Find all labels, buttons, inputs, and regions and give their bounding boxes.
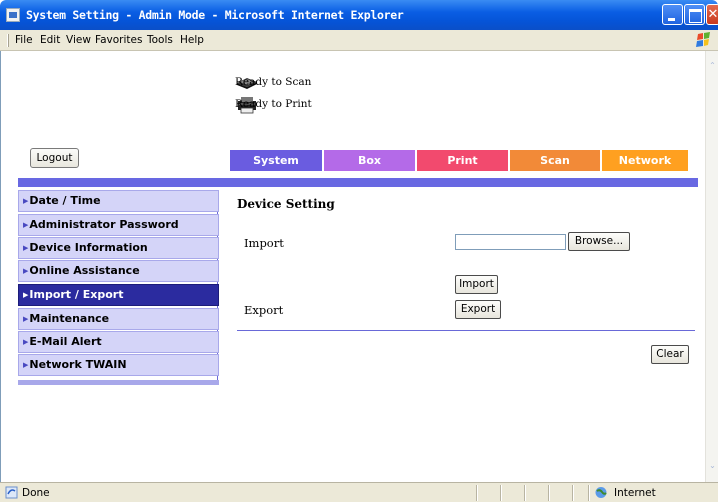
scroll-down-icon[interactable]: ⌄ [708,461,717,470]
sidebar-item-date-time[interactable]: ▶Date / Time [18,190,219,212]
status-divider [572,485,573,501]
triangle-right-icon: ▶ [23,291,29,299]
windows-logo-icon [696,32,710,47]
sidebar-item-label: Network TWAIN [29,358,127,371]
ie-page-icon [5,486,18,499]
status-divider [548,485,549,501]
browse-button[interactable]: Browse... [568,232,630,251]
minimize-button[interactable] [662,4,683,25]
scan-status: Ready to Scan [235,76,312,88]
tab-scan[interactable]: Scan [510,150,602,171]
menu-view[interactable]: View [66,34,91,46]
status-text: Done [22,487,50,499]
section-divider [237,330,695,331]
triangle-right-icon: ▶ [23,267,29,275]
security-zone: Internet [614,487,656,499]
tab-system[interactable]: System [230,150,324,171]
sidebar-item-network-twain[interactable]: ▶Network TWAIN [18,354,219,376]
status-divider [500,485,501,501]
triangle-right-icon: ▶ [23,361,29,369]
logout-button[interactable]: Logout [30,148,79,168]
sidebar-item-label: Date / Time [29,194,101,207]
export-label: Export [244,303,284,317]
sidebar-item-e-mail-alert[interactable]: ▶E-Mail Alert [18,331,219,353]
triangle-right-icon: ▶ [23,197,29,205]
sidebar-item-import-export[interactable]: ▶Import / Export [18,284,219,306]
sidebar-item-label: Device Information [29,241,148,254]
close-button[interactable]: ✕ [706,4,718,25]
header-divider-bar [18,178,698,187]
sidebar-item-label: E-Mail Alert [29,335,102,348]
sidebar-item-label: Online Assistance [29,264,140,277]
scroll-up-icon[interactable]: ⌃ [708,61,717,70]
triangle-right-icon: ▶ [23,221,29,229]
sidebar-item-maintenance[interactable]: ▶Maintenance [18,308,219,330]
menu-file[interactable]: File [15,34,33,46]
status-divider [476,485,477,501]
sidebar-item-device-information[interactable]: ▶Device Information [18,237,219,259]
status-divider [524,485,525,501]
sidebar-item-online-assistance[interactable]: ▶Online Assistance [18,260,219,282]
maximize-button[interactable] [684,4,705,25]
tab-print[interactable]: Print [417,150,510,171]
vertical-scrollbar[interactable]: ⌃ ⌄ [705,51,718,482]
internet-globe-icon [595,487,607,498]
tab-box[interactable]: Box [324,150,417,171]
triangle-right-icon: ▶ [23,338,29,346]
import-button[interactable]: Import [455,275,498,294]
print-status: Ready to Print [235,98,312,110]
browser-icon [6,8,20,22]
export-button[interactable]: Export [455,300,501,319]
toolbar-grip [7,34,9,47]
sidebar: ▶Date / Time ▶Administrator Password ▶De… [18,190,219,380]
triangle-right-icon: ▶ [23,315,29,323]
sidebar-item-label: Administrator Password [29,218,179,231]
clear-button[interactable]: Clear [651,345,689,364]
import-file-field[interactable] [455,234,566,250]
status-bar: Done Internet [0,482,718,502]
menu-bar: File Edit View Favorites Tools Help [0,30,718,51]
sidebar-item-administrator-password[interactable]: ▶Administrator Password [18,214,219,236]
import-label: Import [244,236,284,250]
menu-tools[interactable]: Tools [147,34,173,46]
sidebar-bottom-border [18,380,219,385]
menu-favorites[interactable]: Favorites [95,34,142,46]
triangle-right-icon: ▶ [23,244,29,252]
tab-network[interactable]: Network [602,150,690,171]
section-title: Device Setting [237,197,335,211]
window-title: System Setting - Admin Mode - Microsoft … [26,8,404,22]
menu-help[interactable]: Help [180,34,204,46]
status-divider [588,485,589,501]
sidebar-item-label: Import / Export [29,288,124,301]
sidebar-item-label: Maintenance [29,312,110,325]
window-title-bar[interactable]: System Setting - Admin Mode - Microsoft … [0,0,718,30]
menu-edit[interactable]: Edit [40,34,60,46]
